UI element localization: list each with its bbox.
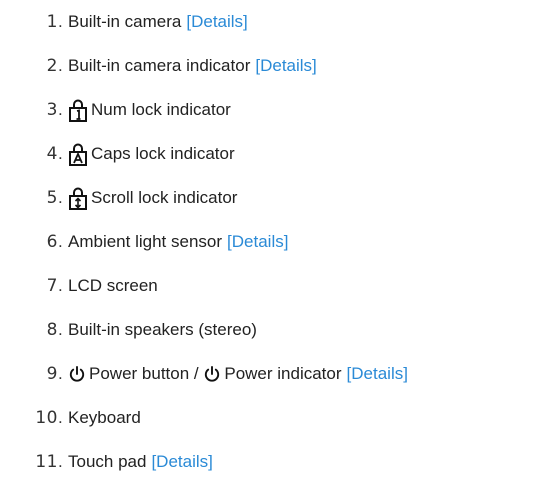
item-label: Power button xyxy=(89,364,190,383)
list-item: 2. Built-in camera indicator [Details] xyxy=(0,51,317,81)
item-number: 7 xyxy=(46,276,58,296)
item-label-secondary: Power indicator xyxy=(224,364,342,383)
item-label: Scroll lock indicator xyxy=(91,188,238,207)
list-item: 9. Power button / Power indicator [Detai… xyxy=(0,359,408,389)
list-item: 5. Scroll lock indicator xyxy=(0,183,237,213)
num-lock-icon xyxy=(68,98,88,122)
item-label: Keyboard xyxy=(68,408,141,427)
list-item: 6. Ambient light sensor [Details] xyxy=(0,227,289,257)
details-link-ambient-light-sensor[interactable]: [Details] xyxy=(227,232,288,252)
item-number: 6 xyxy=(46,232,58,252)
item-number: 4 xyxy=(46,144,58,164)
item-number: 3 xyxy=(46,100,58,120)
list-item: 11. Touch pad [Details] xyxy=(0,447,213,477)
item-label: Ambient light sensor xyxy=(68,232,223,251)
list-item: 1. Built-in camera [Details] xyxy=(0,7,248,37)
details-link-touch-pad[interactable]: [Details] xyxy=(151,452,212,472)
item-label: Built-in camera indicator xyxy=(68,56,251,75)
item-number: 8 xyxy=(46,320,58,340)
list-item: 3. Num lock indicator xyxy=(0,95,231,125)
item-number: 10 xyxy=(35,408,58,428)
details-link-camera[interactable]: [Details] xyxy=(186,12,247,32)
item-number: 2 xyxy=(46,56,58,76)
item-separator: / xyxy=(189,364,204,383)
item-number: 11 xyxy=(35,452,58,472)
item-number: 5 xyxy=(46,188,58,208)
item-label: Built-in speakers (stereo) xyxy=(68,320,257,339)
power-icon xyxy=(68,365,86,383)
item-label: Caps lock indicator xyxy=(91,144,235,163)
list-item: 4. Caps lock indicator xyxy=(0,139,235,169)
item-label: Built-in camera xyxy=(68,12,182,31)
item-number: 9 xyxy=(46,364,58,384)
details-link-power[interactable]: [Details] xyxy=(347,364,408,384)
list-item: 10. Keyboard xyxy=(0,403,141,433)
power-icon xyxy=(203,365,221,383)
item-label: Touch pad xyxy=(68,452,147,471)
list-item: 8. Built-in speakers (stereo) xyxy=(0,315,257,345)
caps-lock-icon xyxy=(68,142,88,166)
scroll-lock-icon xyxy=(68,186,88,210)
item-label: LCD screen xyxy=(68,276,158,295)
details-link-camera-indicator[interactable]: [Details] xyxy=(255,56,316,76)
list-item: 7. LCD screen xyxy=(0,271,158,301)
item-label: Num lock indicator xyxy=(91,100,231,119)
item-number: 1 xyxy=(46,12,58,32)
